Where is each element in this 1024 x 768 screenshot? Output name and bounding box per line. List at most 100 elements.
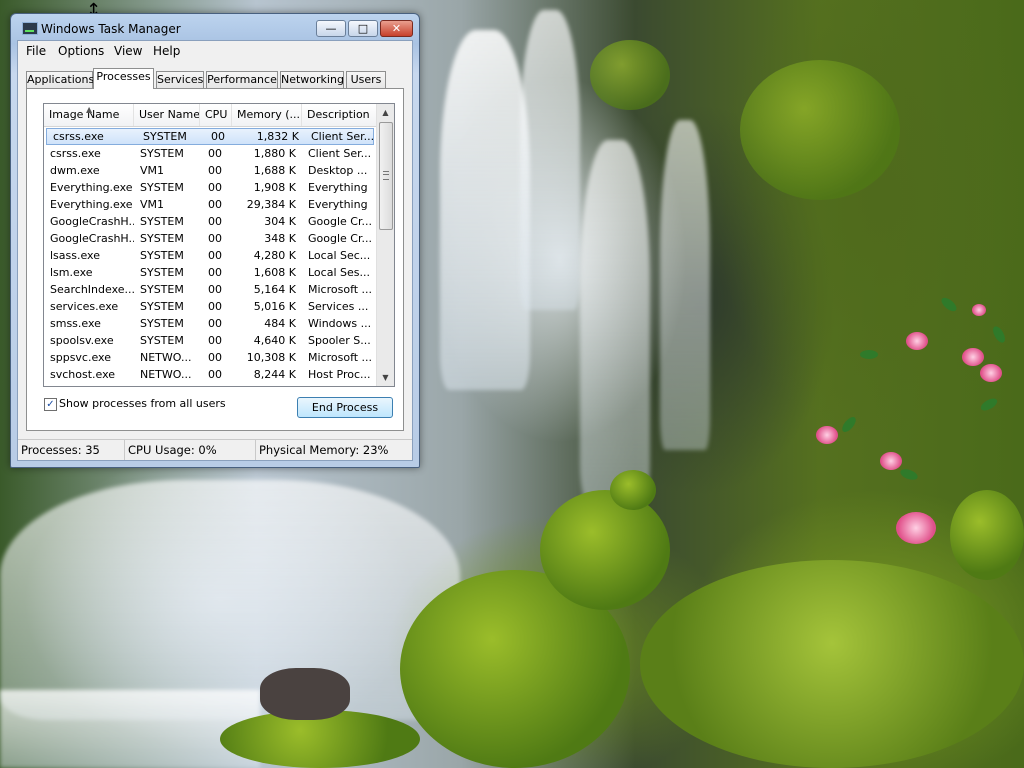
show-all-users-checkbox[interactable]: ✓ [44, 398, 57, 411]
cell-desc: Local Ses... [308, 266, 370, 279]
minimize-button[interactable]: — [316, 20, 346, 37]
tab-applications[interactable]: Applications [26, 71, 94, 88]
table-row[interactable]: services.exe SYSTEM 00 5,016 K Services ... [44, 298, 378, 315]
cell-mem: 1,908 K [253, 181, 296, 194]
cell-cpu: 00 [208, 181, 222, 194]
task-manager-icon [22, 22, 38, 35]
cell-desc: Host Proc... [308, 368, 371, 381]
cell-mem: 5,164 K [253, 283, 296, 296]
table-row[interactable]: spoolsv.exe SYSTEM 00 4,640 K Spooler S... [44, 332, 378, 349]
cell-mem: 10,308 K [246, 351, 296, 364]
cell-cpu: 00 [208, 334, 222, 347]
table-row[interactable]: Everything.exe SYSTEM 00 1,908 K Everything [44, 179, 378, 196]
cell-desc: Desktop ... [308, 164, 368, 177]
status-processes: Processes: 35 [18, 440, 125, 460]
column-image-name-label: Image Name [49, 108, 120, 121]
menu-options[interactable]: Options [58, 44, 104, 58]
cell-name: Everything.exe [50, 198, 133, 211]
end-process-button[interactable]: End Process [297, 397, 393, 418]
cell-desc: Microsoft ... [308, 283, 373, 296]
sort-ascending-icon: ▲ [86, 105, 93, 114]
cell-mem: 304 K [264, 215, 296, 228]
cell-cpu: 00 [208, 266, 222, 279]
table-row[interactable]: GoogleCrashH... SYSTEM 00 348 K Google Cr... [44, 230, 378, 247]
cell-name: lsm.exe [50, 266, 93, 279]
title-bar[interactable]: Windows Task Manager — □ ✕ [11, 14, 419, 42]
cell-mem: 8,244 K [253, 368, 296, 381]
cell-user: SYSTEM [140, 283, 184, 296]
column-image-name[interactable]: ▲ Image Name [44, 104, 134, 126]
scroll-down-button[interactable]: ▼ [377, 369, 394, 386]
tab-performance[interactable]: Performance [206, 71, 278, 88]
cell-name: GoogleCrashH... [50, 232, 134, 245]
cell-user: SYSTEM [140, 249, 184, 262]
tab-services[interactable]: Services [156, 71, 204, 88]
close-button[interactable]: ✕ [380, 20, 413, 37]
cell-desc: Everything [308, 181, 368, 194]
cell-desc: Google Cr... [308, 215, 372, 228]
scrollbar-thumb[interactable] [379, 122, 393, 230]
table-row[interactable]: Everything.exe VM1 00 29,384 K Everything [44, 196, 378, 213]
cell-desc: Client Ser... [308, 147, 372, 160]
cell-desc: Client Ser... [311, 130, 375, 143]
column-description[interactable]: Description [302, 104, 378, 126]
table-row[interactable]: svchost.exe NETWO... 00 8,244 K Host Proc... [44, 366, 378, 383]
cell-cpu: 00 [208, 198, 222, 211]
menu-bar: File Options View Help [18, 41, 412, 61]
processes-panel: ▲ Image Name User Name CPU Memory (... D… [26, 88, 404, 431]
cell-user: VM1 [140, 198, 165, 211]
cell-cpu: 00 [208, 317, 222, 330]
maximize-button[interactable]: □ [348, 20, 378, 37]
table-row[interactable]: lsass.exe SYSTEM 00 4,280 K Local Sec... [44, 247, 378, 264]
cell-cpu: 00 [208, 232, 222, 245]
menu-help[interactable]: Help [153, 44, 180, 58]
cell-cpu: 00 [208, 164, 222, 177]
cell-cpu: 00 [208, 147, 222, 160]
table-row[interactable]: SearchIndexe... SYSTEM 00 5,164 K Microsoft … [44, 281, 378, 298]
cell-user: SYSTEM [140, 334, 184, 347]
cell-name: spoolsv.exe [50, 334, 114, 347]
cell-user: SYSTEM [140, 181, 184, 194]
table-row[interactable]: dwm.exe VM1 00 1,688 K Desktop ... [44, 162, 378, 179]
menu-file[interactable]: File [26, 44, 46, 58]
task-manager-window: Windows Task Manager — □ ✕ File Options … [10, 13, 420, 468]
tab-processes[interactable]: Processes [93, 68, 154, 89]
cell-cpu: 00 [208, 215, 222, 228]
table-row[interactable]: GoogleCrashH... SYSTEM 00 304 K Google Cr... [44, 213, 378, 230]
cell-name: SearchIndexe... [50, 283, 134, 296]
cell-name: services.exe [50, 300, 119, 313]
cell-mem: 484 K [264, 317, 296, 330]
vertical-scrollbar[interactable]: ▲ ▼ [376, 104, 394, 386]
cell-desc: Everything [308, 198, 368, 211]
menu-view[interactable]: View [114, 44, 142, 58]
tab-networking[interactable]: Networking [280, 71, 344, 88]
table-row[interactable]: sppsvc.exe NETWO... 00 10,308 K Microsoft ..… [44, 349, 378, 366]
table-row[interactable]: lsm.exe SYSTEM 00 1,608 K Local Ses... [44, 264, 378, 281]
cell-name: dwm.exe [50, 164, 100, 177]
column-header-row: ▲ Image Name User Name CPU Memory (... D… [44, 104, 378, 127]
process-rows: csrss.exe SYSTEM 00 1,832 K Client Ser... csr… [44, 128, 378, 383]
table-row[interactable]: csrss.exe SYSTEM 00 1,832 K Client Ser... [46, 128, 374, 145]
window-title: Windows Task Manager [41, 22, 181, 36]
tab-users[interactable]: Users [346, 71, 386, 88]
window-client-area: File Options View Help Applications Proc… [17, 40, 413, 461]
process-list[interactable]: ▲ Image Name User Name CPU Memory (... D… [43, 103, 395, 387]
cell-user: SYSTEM [140, 215, 184, 228]
scroll-up-button[interactable]: ▲ [377, 104, 394, 121]
show-all-users-label: Show processes from all users [59, 397, 226, 410]
cell-name: GoogleCrashH... [50, 215, 134, 228]
table-row[interactable]: smss.exe SYSTEM 00 484 K Windows ... [44, 315, 378, 332]
cell-name: csrss.exe [50, 147, 101, 160]
cell-user: NETWO... [140, 368, 192, 381]
column-user-name[interactable]: User Name [134, 104, 200, 126]
table-row[interactable]: csrss.exe SYSTEM 00 1,880 K Client Ser... [44, 145, 378, 162]
cell-user: SYSTEM [140, 232, 184, 245]
cell-mem: 348 K [264, 232, 296, 245]
cell-mem: 1,880 K [253, 147, 296, 160]
cell-desc: Services ... [308, 300, 369, 313]
column-cpu[interactable]: CPU [200, 104, 232, 126]
column-memory[interactable]: Memory (... [232, 104, 302, 126]
cell-desc: Spooler S... [308, 334, 371, 347]
cell-cpu: 00 [211, 130, 225, 143]
cell-mem: 4,280 K [253, 249, 296, 262]
